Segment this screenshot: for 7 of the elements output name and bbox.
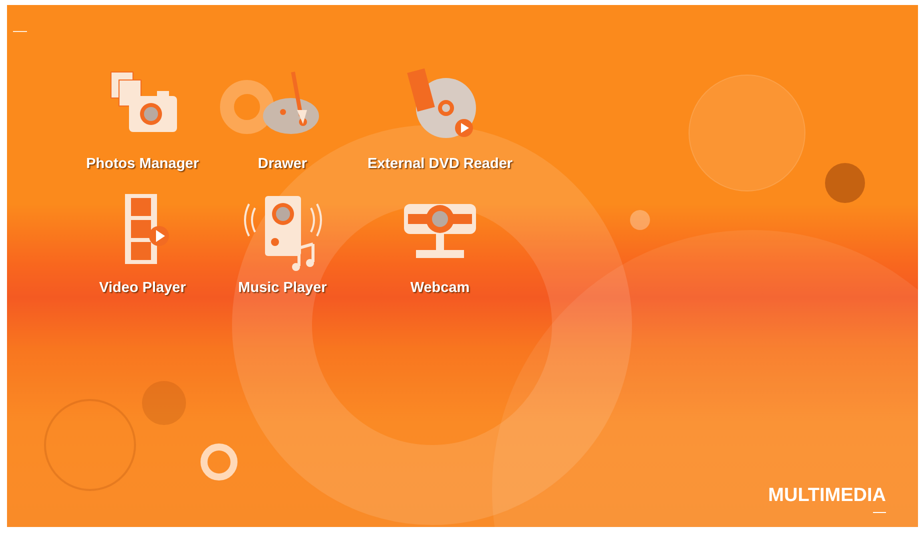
app-launcher[interactable]: Drawer [215,66,350,172]
app-launcher[interactable]: Music Player [215,190,350,296]
app-launcher[interactable]: Webcam [350,190,530,296]
app-launcher[interactable]: Video Player [70,190,215,296]
app-launcher[interactable]: Photos Manager [70,66,215,172]
app-launcher[interactable]: External DVD Reader [350,66,530,172]
section-title: MULTIMEDIA [768,485,886,507]
